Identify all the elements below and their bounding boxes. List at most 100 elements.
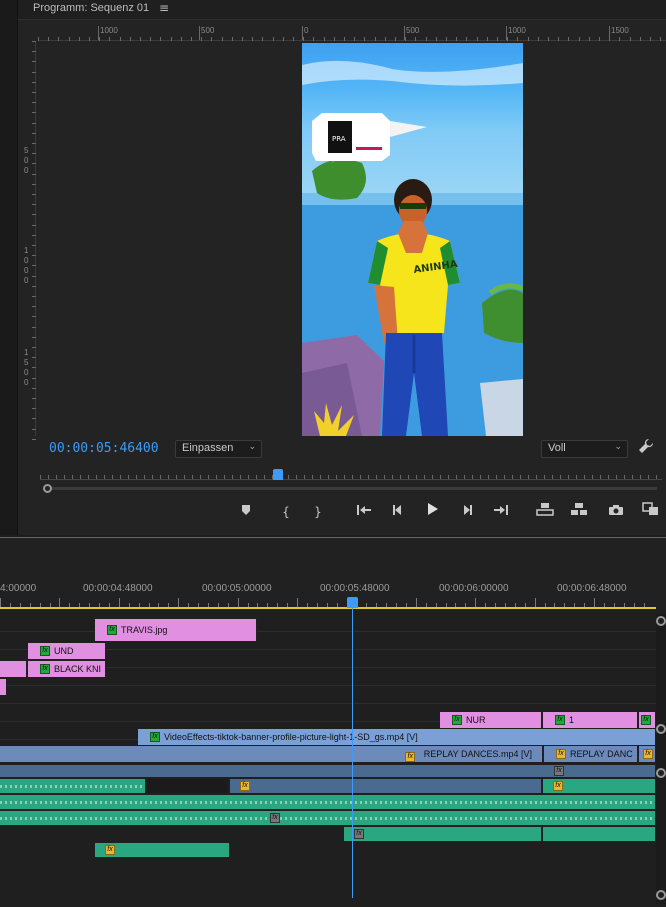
monitor-playhead[interactable] [273,469,283,480]
clip-und[interactable]: fx UND [28,643,106,659]
tick-mark [168,475,169,479]
timeline-vertical-scrollbar[interactable] [656,614,666,904]
audio-clip[interactable] [543,827,656,841]
tick-mark [252,37,254,41]
audio-clip-slate[interactable]: fx [230,779,542,793]
audio-clip-long[interactable]: fx [0,811,656,825]
lift-icon[interactable] [534,502,556,522]
tick-mark [32,71,36,73]
tick-mark [435,37,437,41]
tick-mark [432,475,433,479]
ruler-minor-ticks [22,41,36,440]
step-back-icon[interactable] [387,502,409,522]
clip-black-kni[interactable]: fx BLACK KNI [28,661,106,677]
monitor-title[interactable]: Programm: Sequenz 01 [33,2,149,14]
clip-replay-dances[interactable]: fx REPLAY DANCES.mp4 [V] [0,746,543,762]
extract-icon[interactable] [568,502,590,522]
tick-mark [320,475,321,479]
scroll-handle-top[interactable] [656,616,666,626]
timeline-time-ruler[interactable]: 4:00000 00:00:04:48000 00:00:05:00000 00… [0,538,666,610]
clip-pink-left[interactable] [0,661,27,677]
fx-badge-icon: fx [452,715,462,725]
in-point-icon[interactable]: { [275,502,297,522]
tick-mark [32,428,36,430]
clip-label: 1 [569,715,575,725]
clip-pink-edge[interactable]: fx [639,712,656,728]
tick-mark [152,475,153,479]
tick-mark [656,475,657,479]
tick-mark [480,475,481,479]
export-frame-icon[interactable] [605,502,627,522]
zoom-fit-dropdown[interactable]: Einpassen ⌄ [175,440,262,458]
clip-pink-small[interactable] [0,679,7,695]
tick-mark [32,398,36,399]
clip-travis[interactable]: fx TRAVIS.jpg [95,619,257,641]
video-preview[interactable]: PRA ANINHA [302,43,523,436]
scroll-handle-mid[interactable] [656,724,666,734]
marker-icon[interactable] [235,502,257,522]
tick-mark [32,183,36,185]
tick-mark [144,475,145,479]
out-point-icon[interactable]: } [307,502,329,522]
tick-mark [616,475,617,479]
tick-mark [507,37,509,41]
scroll-handle-bottom[interactable] [656,890,666,900]
fx-badge-icon: fx [240,781,250,791]
tick-mark [32,418,36,420]
tick-mark [496,475,497,479]
tick-mark [486,37,488,41]
tick-mark [160,475,161,479]
tick-mark [68,37,70,41]
clip-video-effects[interactable]: fx VideoEffects-tiktok-banner-profile-pi… [138,729,656,745]
timeline-playhead[interactable] [347,597,358,608]
play-icon[interactable] [422,502,444,522]
go-to-in-icon[interactable] [353,502,375,522]
panel-menu-icon[interactable]: ≡ [159,1,169,15]
zoom-handle-left[interactable] [43,484,52,493]
tick-mark [32,296,36,297]
tick-mark [629,37,631,41]
tick-mark [176,475,177,479]
fx-badge-icon: fx [150,732,160,742]
tick-mark [440,475,441,479]
work-area-bar[interactable] [0,607,656,609]
tick-mark [592,475,593,479]
tick-mark [328,475,329,479]
tick-mark [32,336,36,338]
tick-mark [221,37,223,41]
audio-clip-long[interactable] [0,795,656,809]
tick-mark [32,357,36,359]
clip-nur[interactable]: fx NUR [440,712,542,728]
tick-mark [536,475,537,479]
clip-replay-edge[interactable]: fx [639,746,656,762]
tick-mark [32,275,36,277]
wrench-icon[interactable] [638,438,656,458]
tick-mark [448,475,449,479]
monitor-header: Programm: Sequenz 01 ≡ [18,0,666,20]
clip-adjustment-strip[interactable]: fx [0,765,656,777]
monitor-time-ruler[interactable] [40,472,662,480]
playback-quality-value: Voll [548,442,566,454]
audio-clip[interactable] [0,779,146,793]
clip-one[interactable]: fx 1 [543,712,638,728]
audio-clip-short[interactable]: fx [95,843,230,857]
fx-badge-icon: fx [641,715,651,725]
go-to-out-icon[interactable] [490,502,512,522]
monitor-zoom-scrollbar[interactable] [43,484,663,493]
clip-replay-short[interactable]: fx REPLAY DANC [544,746,638,762]
zoom-fit-value: Einpassen [182,442,234,454]
audio-clip[interactable]: fx [543,779,656,793]
scroll-handle-mid[interactable] [656,768,666,778]
fx-badge-icon: fx [555,715,565,725]
compare-icon[interactable] [640,502,662,522]
audio-clip-mid[interactable]: fx [344,827,542,841]
time-label: 00:00:06:00000 [439,583,509,594]
tick-mark [128,475,129,479]
tick-mark [303,37,305,41]
playback-quality-dropdown[interactable]: Voll ⌄ [541,440,628,458]
tick-mark [446,37,447,41]
tick-mark [312,475,313,479]
tick-mark [32,306,36,308]
step-forward-icon[interactable] [456,502,478,522]
playhead-timecode[interactable]: 00:00:05:46400 [49,441,159,456]
